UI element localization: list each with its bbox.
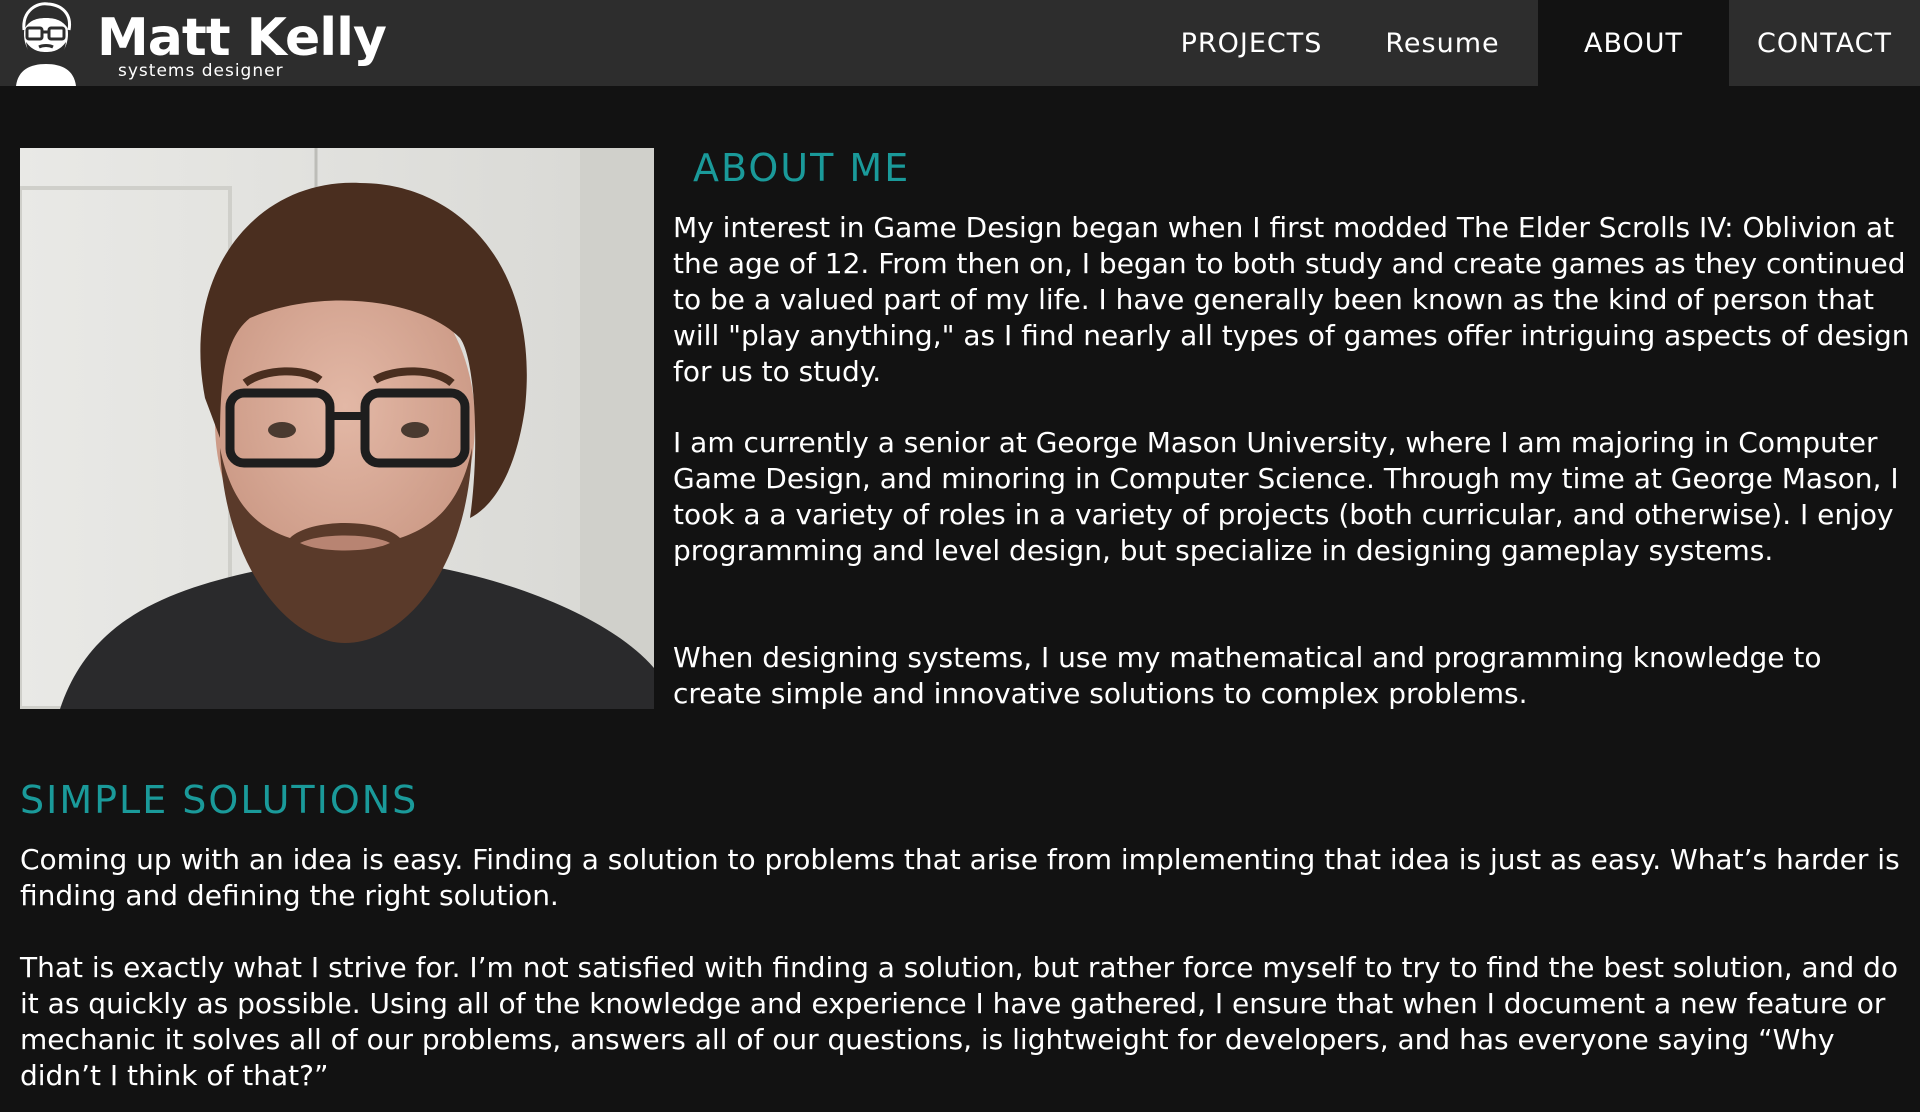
profile-photo bbox=[20, 148, 654, 709]
about-paragraph-2: I am currently a senior at George Mason … bbox=[673, 426, 1899, 567]
main-nav: PROJECTS Resume ABOUT CONTACT bbox=[1156, 0, 1920, 86]
nav-projects[interactable]: PROJECTS bbox=[1156, 0, 1347, 86]
simple-paragraph-2: That is exactly what I strive for. I’m n… bbox=[20, 951, 1899, 1092]
site-subtitle: systems designer bbox=[118, 61, 284, 81]
about-paragraph-1: My interest in Game Design began when I … bbox=[673, 211, 1910, 388]
simple-solutions-heading: SIMPLE SOLUTIONS bbox=[20, 778, 419, 822]
about-me-heading: ABOUT ME bbox=[693, 146, 911, 190]
nav-resume[interactable]: Resume bbox=[1347, 0, 1538, 86]
nav-about[interactable]: ABOUT bbox=[1538, 0, 1729, 86]
about-paragraph-3: When designing systems, I use my mathema… bbox=[673, 641, 1822, 710]
simple-paragraph-1: Coming up with an idea is easy. Finding … bbox=[20, 843, 1900, 912]
site-logo[interactable]: Matt Kelly systems designer bbox=[12, 0, 387, 86]
cartoon-face-with-glasses-icon bbox=[16, 2, 76, 86]
site-name: Matt Kelly bbox=[97, 8, 387, 68]
site-header: Matt Kelly systems designer PROJECTS Res… bbox=[0, 0, 1920, 86]
nav-contact[interactable]: CONTACT bbox=[1729, 0, 1920, 86]
